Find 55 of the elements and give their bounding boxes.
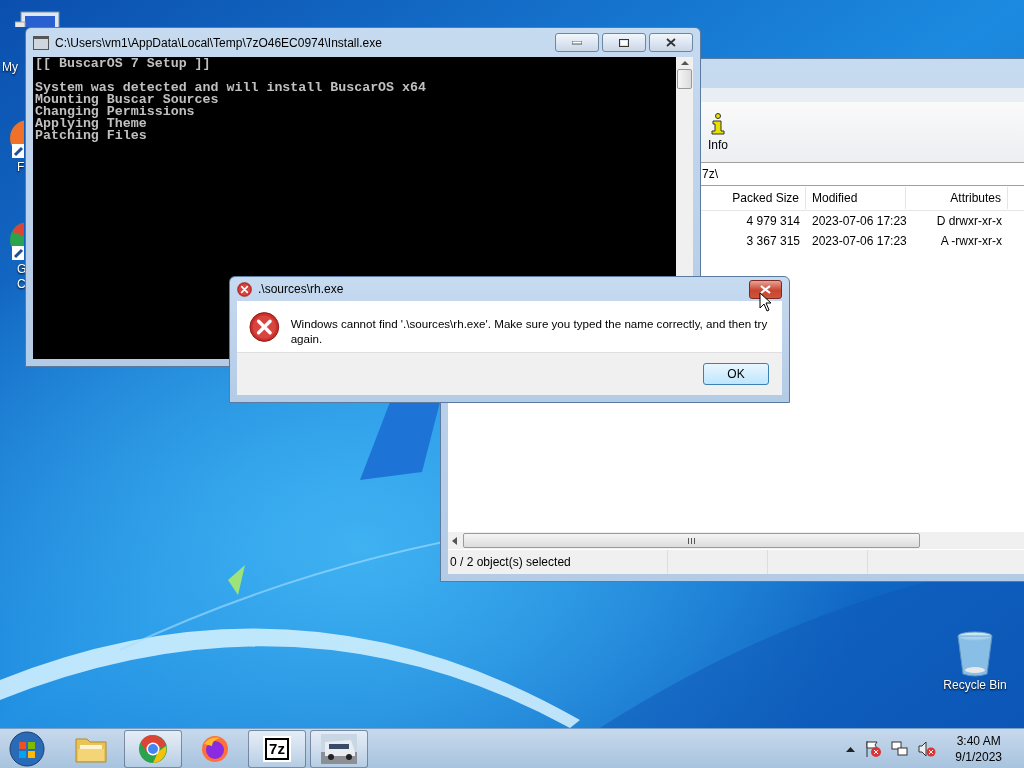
error-message: Windows cannot find '.\sources\rh.exe'. Make sure you typed the name correctly, and then try again. <box>290 316 769 346</box>
table-cell-text: 4 979 314 <box>745 214 801 228</box>
column-header[interactable]: Modified <box>806 187 906 209</box>
console-icon <box>33 35 49 50</box>
table-cell-text: D drwxr-xr-x <box>935 214 1003 228</box>
grip-icon <box>688 537 695 544</box>
console-line: Changing Permissions <box>35 106 196 118</box>
ok-button[interactable]: OK <box>703 363 769 385</box>
scrollbar-thumb[interactable] <box>677 69 692 89</box>
flag-icon[interactable] <box>864 739 883 758</box>
close-icon <box>666 38 676 47</box>
icon-label: G <box>17 262 27 277</box>
scroll-left-icon[interactable] <box>451 536 459 545</box>
volume-muted-icon[interactable] <box>918 739 937 758</box>
close-icon <box>760 284 771 294</box>
console-line: System was detected and will install BuscarOS x64 <box>35 82 427 94</box>
icon-label: Recycle Bin <box>943 678 1007 693</box>
start-orb-icon <box>9 730 45 767</box>
taskbar-button[interactable] <box>310 729 368 768</box>
table-cell-text: 3 367 315 <box>745 234 801 248</box>
recycle-bin-icon[interactable] <box>955 630 995 678</box>
network-icon[interactable] <box>891 739 910 758</box>
table-cell-text: A -rwxr-xr-x <box>939 234 1003 248</box>
info-icon <box>711 112 725 135</box>
status-text: 0 / 2 object(s) selected <box>448 550 668 574</box>
maximize-icon <box>619 38 629 47</box>
column-header[interactable]: Attributes <box>906 187 1008 209</box>
firefox-icon <box>200 733 230 764</box>
close-button[interactable] <box>749 279 782 299</box>
show-hidden-icons-icon[interactable] <box>846 745 856 752</box>
maximize-button[interactable] <box>602 33 646 52</box>
console-line: Patching Files <box>35 130 148 142</box>
console-line: [[ BuscarOS 7 Setup ]] <box>35 58 212 70</box>
icon-label: My <box>2 60 18 75</box>
wallpaper-sparkle-drawing <box>228 565 246 595</box>
minimize-icon <box>572 40 582 45</box>
table-cell-text: 2023-07-06 17:23 <box>811 234 906 248</box>
chrome-icon <box>138 733 168 764</box>
taskbar-button[interactable]: 7z <box>248 729 306 768</box>
app-logo: 7z <box>265 737 289 760</box>
dialog-title: .\sources\rh.exe <box>258 282 344 296</box>
table-cell-text: 2023-07-06 17:23 <box>811 214 906 228</box>
close-button[interactable] <box>649 33 693 52</box>
error-icon <box>249 311 280 343</box>
toolbar-button[interactable]: Info <box>702 112 734 152</box>
error-icon <box>237 281 252 297</box>
window-title: C:\Users\vm1\AppData\Local\Temp\7zO46EC0974\Install.exe <box>55 35 382 50</box>
scrollbar-thumb[interactable] <box>463 533 920 548</box>
console-line: Mounting Buscar Sources <box>35 94 220 106</box>
icon-label: C <box>17 277 26 292</box>
path-field[interactable]: 7z\ <box>702 163 1024 185</box>
computer-icon[interactable] <box>15 10 61 27</box>
console-line: Applying Theme <box>35 118 148 130</box>
icon-label: F <box>17 160 25 175</box>
clock[interactable]: 3:40 AM 9/1/2023 <box>955 732 1002 765</box>
